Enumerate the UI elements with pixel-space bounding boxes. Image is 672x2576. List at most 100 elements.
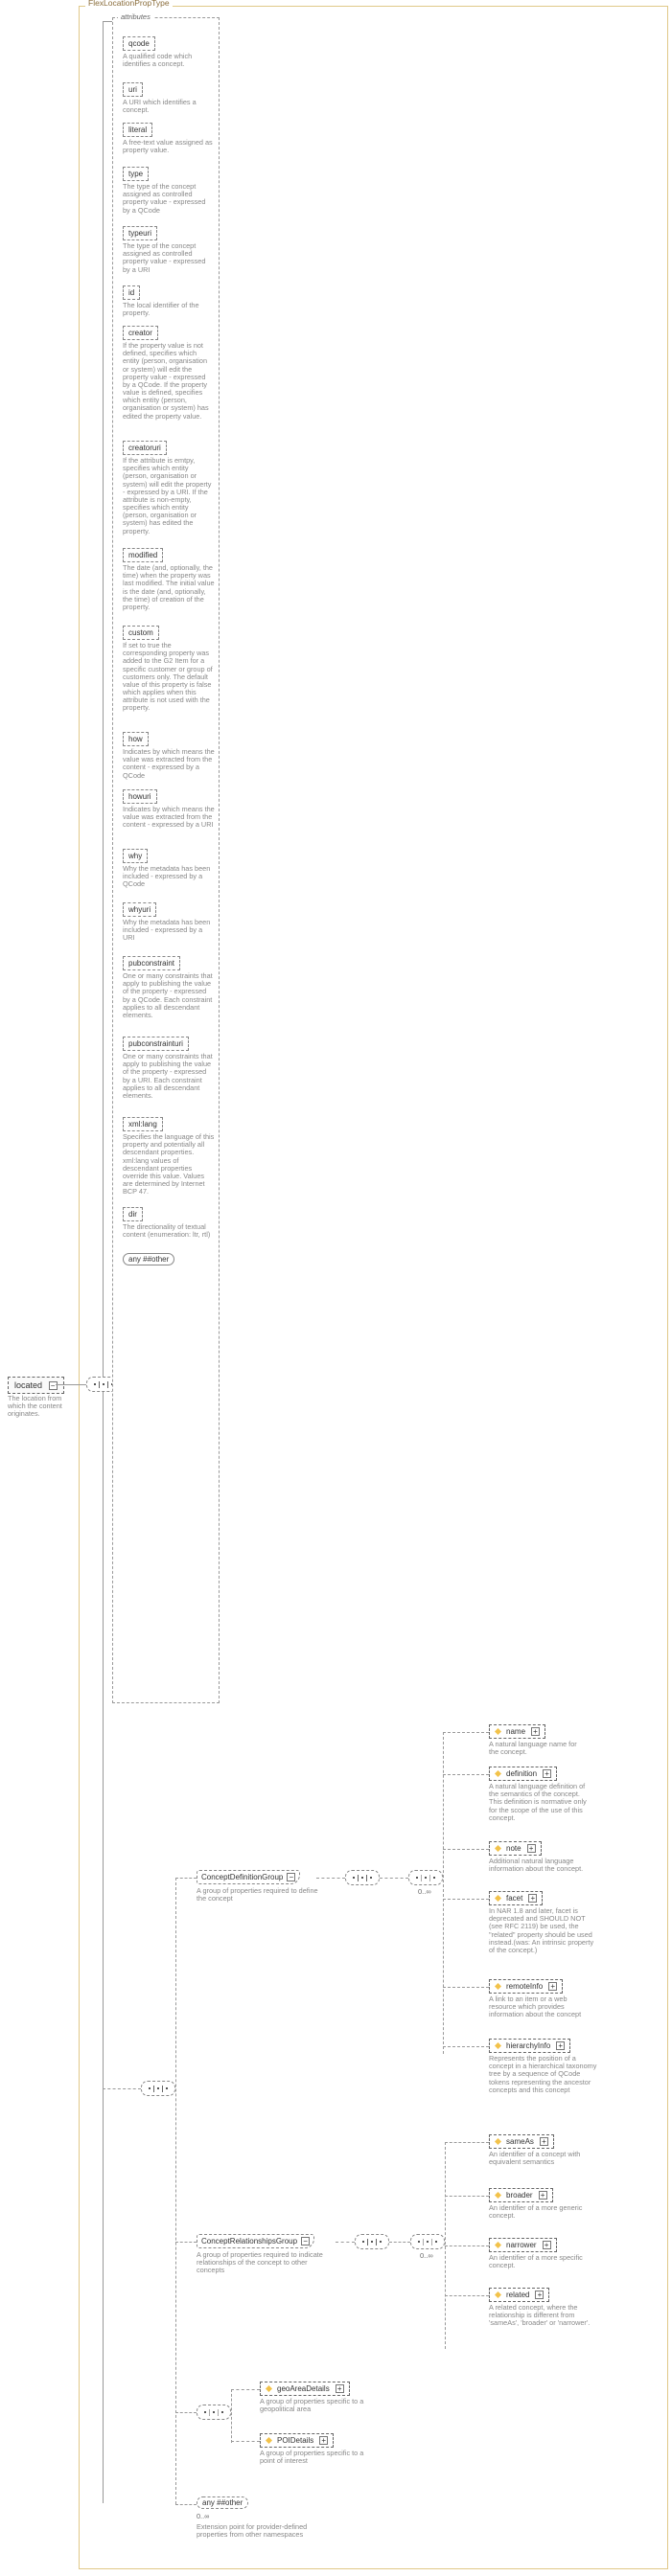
compositor-def-choice[interactable]: 0..∞	[408, 1870, 443, 1885]
expand-icon[interactable]: +	[543, 2241, 551, 2249]
attr-whyuri[interactable]: whyuri	[123, 902, 156, 917]
collapse-icon[interactable]: −	[49, 1381, 58, 1390]
attr-qcode[interactable]: qcode	[123, 36, 155, 51]
attr-modified[interactable]: modified	[123, 548, 163, 562]
attr-pubconstraint-doc: One or many constraints that apply to pu…	[123, 972, 215, 1019]
compositor-geo-choice[interactable]	[197, 2405, 231, 2420]
elem-sameas[interactable]: sameAs+	[489, 2134, 554, 2149]
elem-poidetails[interactable]: POIDetails+	[260, 2433, 334, 2448]
expand-icon[interactable]: +	[540, 2137, 548, 2146]
expand-icon[interactable]: +	[531, 1727, 540, 1736]
attr-why-doc: Why the metadata has been included - exp…	[123, 865, 215, 889]
elem-name[interactable]: name+	[489, 1724, 545, 1739]
element-icon	[495, 1895, 501, 1902]
attr-modified-doc: The date (and, optionally, the time) whe…	[123, 564, 215, 611]
elem-facet[interactable]: facet+	[489, 1891, 543, 1905]
attr-typeuri-doc: The type of the concept assigned as cont…	[123, 242, 215, 274]
expand-icon[interactable]: +	[528, 1894, 537, 1903]
expand-icon[interactable]: +	[336, 2384, 344, 2393]
elem-geoareadetails[interactable]: geoAreaDetails+	[260, 2382, 350, 2396]
attr-custom-doc: If set to true the corresponding propert…	[123, 642, 215, 713]
attr-custom[interactable]: custom	[123, 626, 159, 640]
elem-hierarchyinfo-doc: Represents the position of a concept in …	[489, 2055, 599, 2094]
attr-howuri-doc: Indicates by which means the value was e…	[123, 806, 215, 830]
elem-wildcard[interactable]: any ##other	[197, 2496, 248, 2509]
attr-creator-doc: If the property value is not defined, sp…	[123, 342, 215, 421]
attr-type-doc: The type of the concept assigned as cont…	[123, 183, 215, 215]
attr-pubconstrainturi[interactable]: pubconstrainturi	[123, 1037, 189, 1051]
attr-typeuri[interactable]: typeuri	[123, 226, 157, 240]
attr-uri-doc: A URI which identifies a concept.	[123, 99, 209, 114]
compositor-rel-choice[interactable]: 0..∞	[410, 2234, 445, 2249]
root-element-label: located	[14, 1380, 42, 1390]
collapse-icon[interactable]: −	[287, 1873, 295, 1881]
group-conceptdefinition[interactable]: ConceptDefinitionGroup−	[197, 1870, 300, 1884]
elem-wildcard-occur: 0..∞	[197, 2513, 244, 2520]
attr-creatoruri[interactable]: creatoruri	[123, 441, 167, 455]
expand-icon[interactable]: +	[556, 2041, 565, 2050]
content-sequence[interactable]	[141, 2081, 175, 2096]
elem-related[interactable]: related+	[489, 2288, 549, 2302]
root-element[interactable]: located −	[8, 1377, 64, 1394]
elem-definition[interactable]: definition+	[489, 1767, 557, 1781]
element-icon	[495, 2242, 501, 2248]
attr-id-doc: The local identifier of the property.	[123, 302, 215, 317]
expand-icon[interactable]: +	[539, 2191, 547, 2200]
attr-pubconstrainturi-doc: One or many constraints that apply to pu…	[123, 1053, 215, 1100]
attr-how[interactable]: how	[123, 732, 149, 746]
elem-geoareadetails-doc: A group of properties specific to a geop…	[260, 2398, 375, 2413]
attr-pubconstraint[interactable]: pubconstraint	[123, 956, 180, 970]
occur-rel: 0..∞	[420, 2251, 433, 2260]
expand-icon[interactable]: +	[548, 1982, 557, 1991]
elem-definition-doc: A natural language definition of the sem…	[489, 1783, 594, 1822]
attr-wildcard[interactable]: any ##other	[123, 1253, 174, 1265]
elem-broader[interactable]: broader+	[489, 2188, 553, 2202]
elem-related-doc: A related concept, where the relationshi…	[489, 2304, 599, 2328]
element-icon	[495, 1770, 501, 1777]
attr-type[interactable]: type	[123, 167, 149, 181]
attr-uri[interactable]: uri	[123, 82, 143, 97]
expand-icon[interactable]: +	[543, 1769, 551, 1778]
compositor-rel-seq[interactable]	[355, 2234, 389, 2249]
element-icon	[266, 2437, 272, 2444]
attr-dir-doc: The directionality of textual content (e…	[123, 1223, 215, 1239]
attr-dir[interactable]: dir	[123, 1207, 143, 1221]
element-icon	[495, 1983, 501, 1990]
elem-remoteinfo[interactable]: remoteInfo+	[489, 1979, 563, 1994]
group-conceptrelationships-doc: A group of properties required to indica…	[197, 2251, 331, 2275]
root-element-doc: The location from which the content orig…	[8, 1395, 79, 1419]
attr-howuri[interactable]: howuri	[123, 789, 157, 804]
type-name: FlexLocationPropType	[85, 0, 173, 8]
elem-note-doc: Additional natural language information …	[489, 1858, 590, 1873]
elem-sameas-doc: An identifier of a concept with equivale…	[489, 2151, 594, 2166]
elem-name-doc: A natural language name for the concept.	[489, 1741, 585, 1756]
attr-qcode-doc: A qualified code which identifies a conc…	[123, 53, 209, 68]
attr-creatoruri-doc: If the attribute is emtpy, specifies whi…	[123, 457, 215, 536]
attr-creator[interactable]: creator	[123, 326, 158, 340]
attr-xmllang[interactable]: xml:lang	[123, 1117, 163, 1131]
group-conceptdefinition-doc: A group of properties required to define…	[197, 1887, 321, 1903]
expand-icon[interactable]: +	[535, 2291, 544, 2299]
attr-literal[interactable]: literal	[123, 123, 152, 137]
attr-xmllang-doc: Specifies the language of this property …	[123, 1133, 215, 1196]
attributes-group-label: attributes	[118, 12, 153, 21]
elem-narrower[interactable]: narrower+	[489, 2238, 557, 2252]
attr-why[interactable]: why	[123, 849, 148, 863]
attr-how-doc: Indicates by which means the value was e…	[123, 748, 215, 780]
elem-narrower-doc: An identifier of a more specific concept…	[489, 2254, 585, 2269]
elem-note[interactable]: note+	[489, 1841, 542, 1856]
elem-remoteinfo-doc: A link to an item or a web resource whic…	[489, 1995, 594, 2019]
elem-wildcard-doc: Extension point for provider-defined pro…	[197, 2523, 312, 2539]
element-icon	[495, 2042, 501, 2049]
expand-icon[interactable]: +	[319, 2436, 328, 2445]
attr-id[interactable]: id	[123, 285, 140, 300]
compositor-def-seq[interactable]	[345, 1870, 380, 1885]
element-icon	[495, 2192, 501, 2199]
diagram-stage: FlexLocationPropType located − The locat…	[0, 0, 672, 2576]
attr-whyuri-doc: Why the metadata has been included - exp…	[123, 919, 215, 943]
elem-hierarchyinfo[interactable]: hierarchyInfo+	[489, 2039, 570, 2053]
elem-poidetails-doc: A group of properties specific to a poin…	[260, 2450, 375, 2465]
collapse-icon[interactable]: −	[301, 2237, 310, 2245]
expand-icon[interactable]: +	[527, 1844, 536, 1853]
group-conceptrelationships[interactable]: ConceptRelationshipsGroup−	[197, 2234, 314, 2248]
